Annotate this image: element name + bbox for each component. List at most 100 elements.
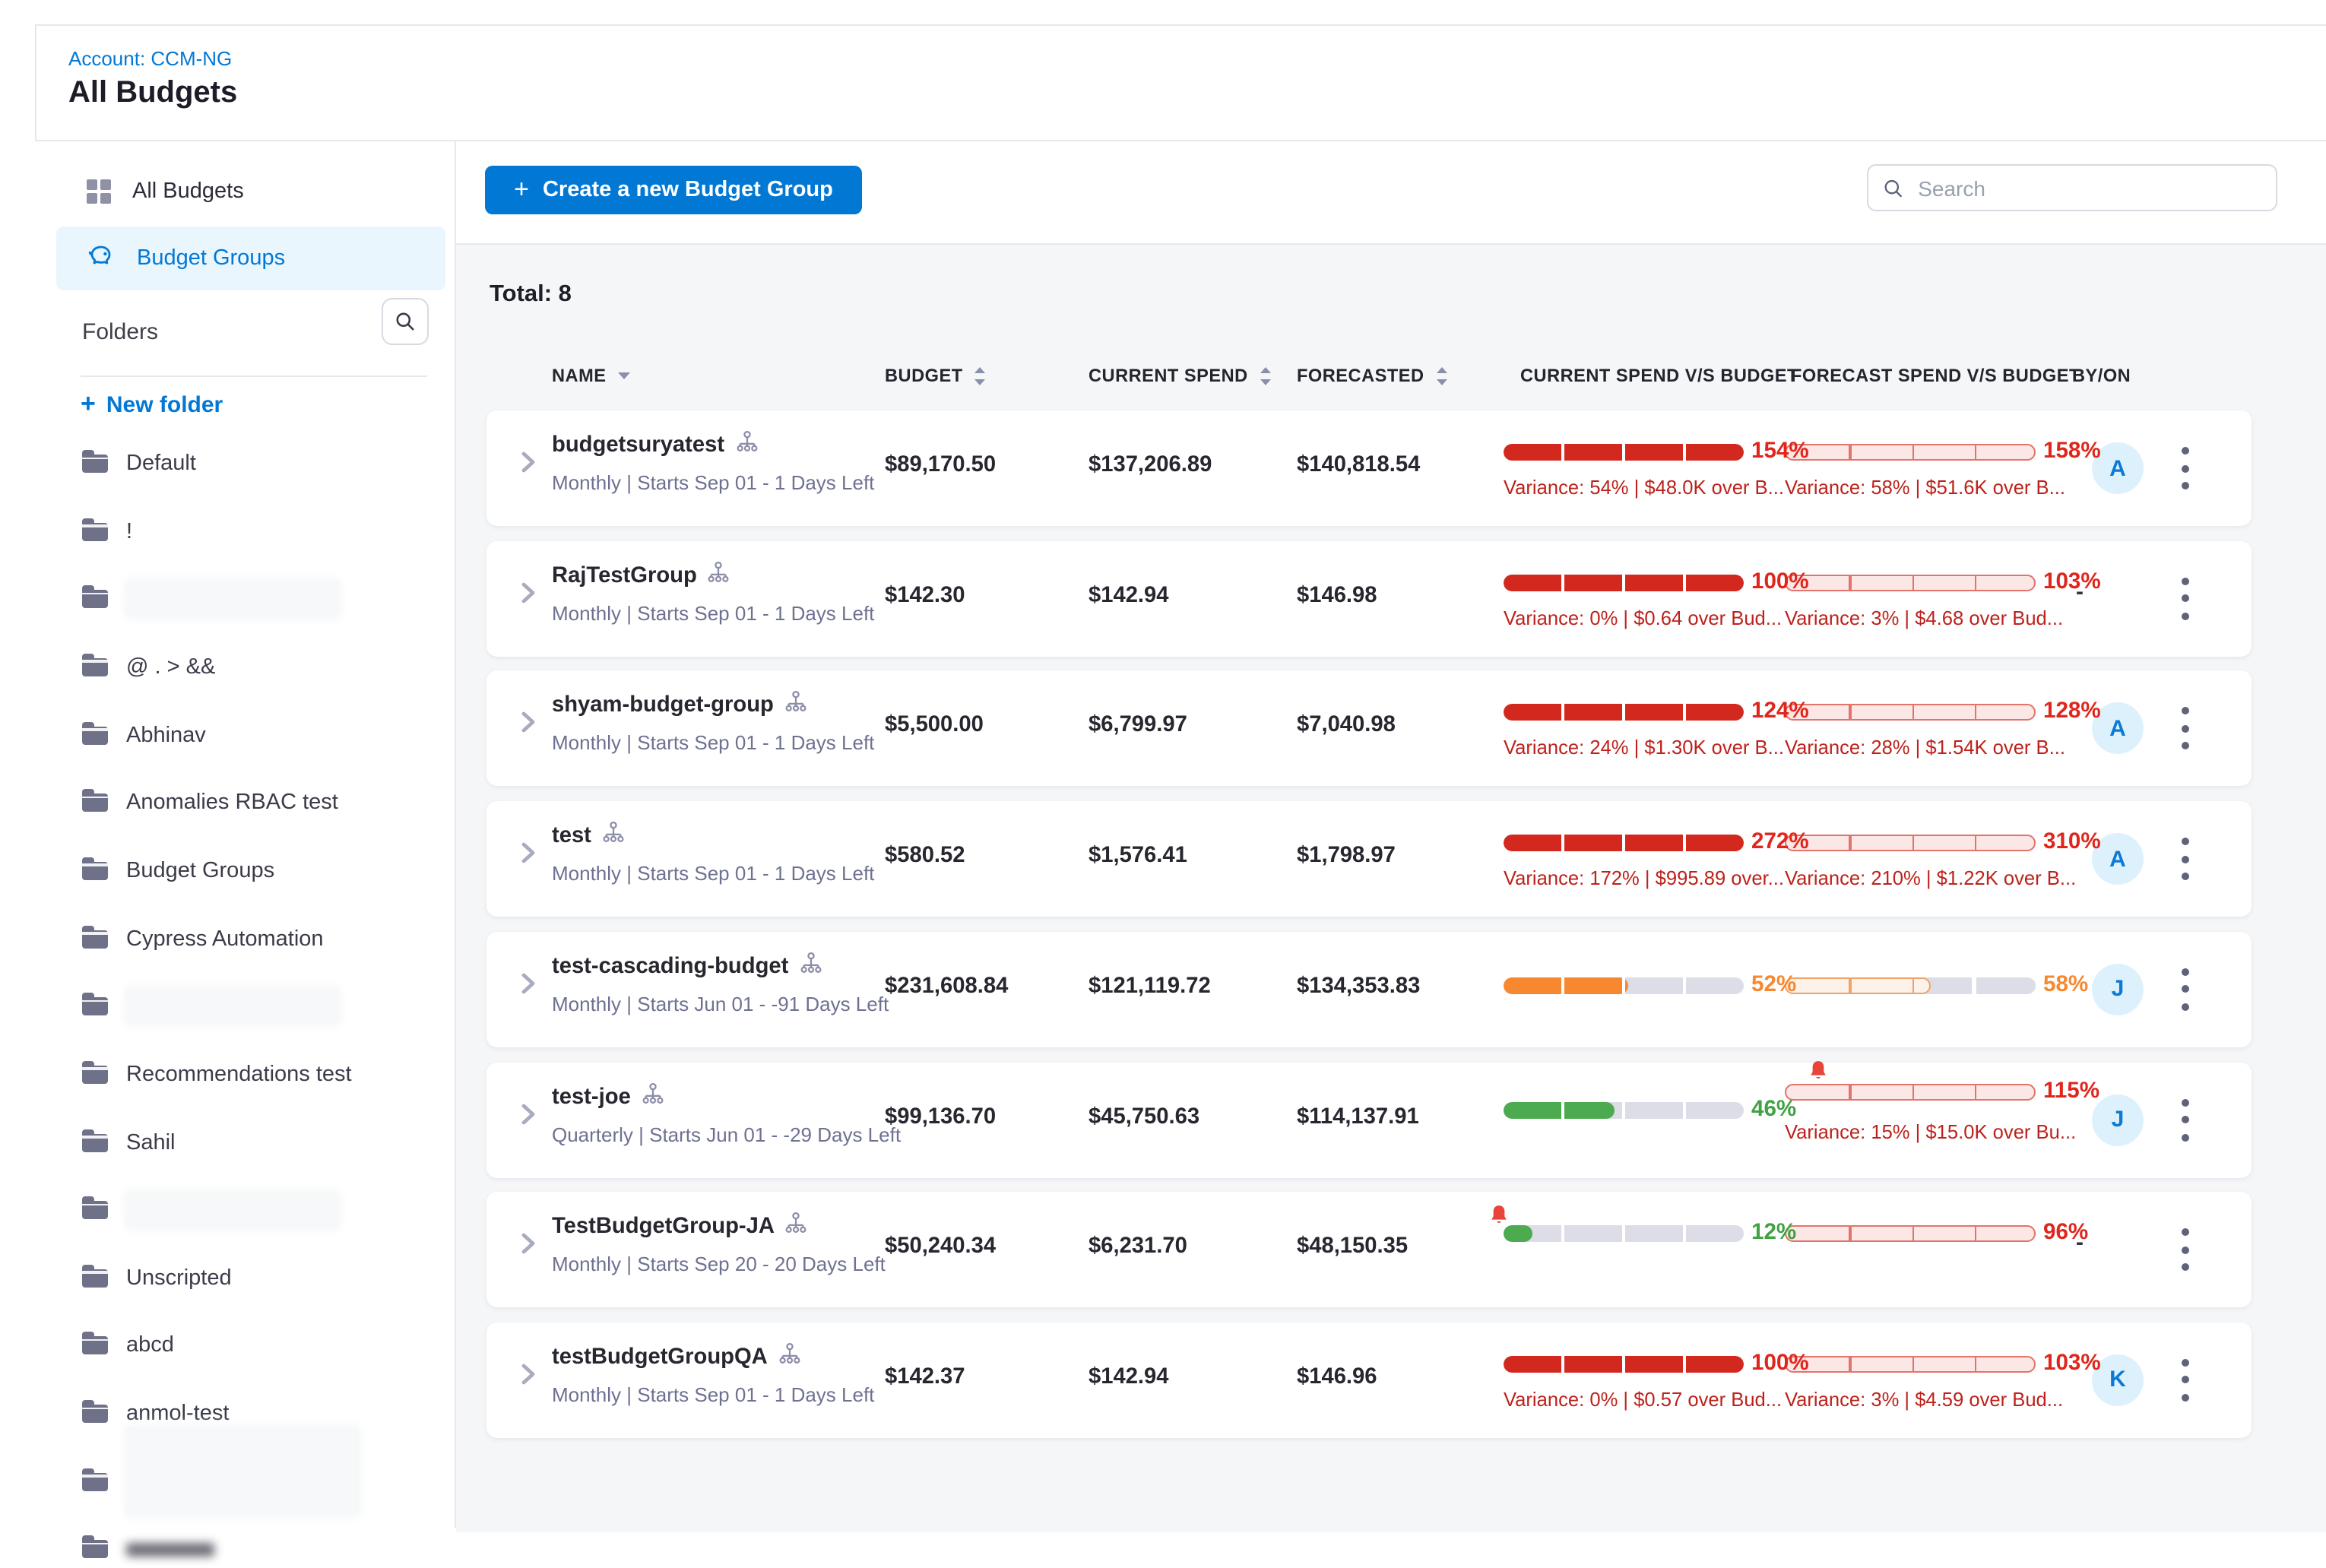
folder-item[interactable]: abcd xyxy=(82,1328,174,1364)
folder-icon xyxy=(82,930,108,948)
bar-percent-label: 12% xyxy=(1751,1221,1796,1245)
budget-value: $5,500.00 xyxy=(885,714,1075,738)
bar-fill xyxy=(1504,705,1744,721)
row-menu-button[interactable] xyxy=(2174,577,2195,619)
expand-chevron-icon[interactable] xyxy=(520,1231,541,1262)
folder-item[interactable]: Cypress Automation xyxy=(82,920,324,957)
bar-divider xyxy=(1975,706,1977,720)
expand-chevron-icon[interactable] xyxy=(520,841,541,871)
budget-value: $142.30 xyxy=(885,583,1075,607)
folder-name: Budget Groups xyxy=(126,859,274,883)
row-menu-button[interactable] xyxy=(2174,1359,2195,1402)
variance-label: Variance: 172% | $995.89 over... xyxy=(1504,866,1784,889)
bar-segment xyxy=(1504,835,1561,851)
folder-name: @ . > && xyxy=(126,655,215,679)
table-row[interactable]: test-cascading-budget Monthly | Starts J… xyxy=(486,932,2252,1047)
create-budget-group-button[interactable]: + Create a new Budget Group xyxy=(485,166,862,214)
forecast-vs-budget-bar xyxy=(1785,705,2036,721)
sort-icon xyxy=(1259,366,1272,385)
folder-item[interactable]: ! xyxy=(82,513,132,550)
column-header-forecasted[interactable]: FORECASTED xyxy=(1297,365,1449,386)
table-row[interactable]: RajTestGroup Monthly | Starts Sep 01 - 1… xyxy=(486,540,2252,656)
folder-name: abcd xyxy=(126,1334,174,1358)
folder-name: Sahil xyxy=(126,1130,176,1155)
bar-fill xyxy=(1504,977,1628,994)
forecasted-value: $140,818.54 xyxy=(1297,453,1487,477)
bar-segment xyxy=(1564,1225,1621,1242)
folder-item-redacted[interactable] xyxy=(82,1192,339,1228)
bar-segments xyxy=(1504,1101,1614,1118)
folder-item[interactable]: Recommendations test xyxy=(82,1056,352,1093)
column-header-name[interactable]: NAME xyxy=(552,365,630,386)
folder-item[interactable]: Sahil xyxy=(82,1124,176,1161)
redacted-folder-name xyxy=(126,988,339,1025)
folder-icon xyxy=(82,1066,108,1084)
sidebar: All Budgets Budget Groups Folders + New … xyxy=(35,141,455,1528)
current-spend-value: $45,750.63 xyxy=(1089,1104,1279,1129)
search-input[interactable] xyxy=(1915,174,2261,201)
folder-item-redacted[interactable] xyxy=(82,1464,359,1500)
expand-chevron-icon[interactable] xyxy=(520,711,541,741)
current-vs-budget-bar xyxy=(1504,444,1744,461)
avatar[interactable]: J xyxy=(2092,1094,2144,1145)
table-row[interactable]: testBudgetGroupQA Monthly | Starts Sep 0… xyxy=(486,1323,2252,1438)
table-row[interactable]: test-joe Quarterly | Starts Jun 01 - -29… xyxy=(486,1062,2252,1177)
bar-segment xyxy=(1564,444,1621,461)
piggy-bank-icon xyxy=(87,242,116,274)
folder-item-redacted[interactable] xyxy=(82,581,339,618)
folder-icon xyxy=(82,1473,108,1491)
table-row[interactable]: shyam-budget-group Monthly | Starts Sep … xyxy=(486,671,2252,787)
bar-divider xyxy=(1912,575,1914,589)
sidebar-item-budget-groups[interactable]: Budget Groups xyxy=(56,226,445,290)
current-spend-value: $121,119.72 xyxy=(1089,974,1279,999)
row-menu-button[interactable] xyxy=(2174,1228,2195,1271)
bar-segment xyxy=(1564,835,1621,851)
table-row[interactable]: TestBudgetGroup-JA Monthly | Starts Sep … xyxy=(486,1192,2252,1307)
row-menu-button[interactable] xyxy=(2174,968,2195,1011)
expand-chevron-icon[interactable] xyxy=(520,1101,541,1132)
table-row[interactable]: test Monthly | Starts Sep 01 - 1 Days Le… xyxy=(486,801,2252,917)
bar-divider xyxy=(1849,445,1852,459)
folder-item-redacted[interactable] xyxy=(82,1532,214,1568)
budget-value: $142.37 xyxy=(885,1365,1075,1389)
bar-segment xyxy=(1564,705,1621,721)
bar-percent-label: 128% xyxy=(2043,700,2101,724)
bar-segment xyxy=(1564,1101,1614,1118)
folder-item[interactable]: Default xyxy=(82,445,196,482)
expand-chevron-icon[interactable] xyxy=(520,580,541,610)
row-menu-button[interactable] xyxy=(2174,708,2195,750)
bar-segments xyxy=(1504,705,1744,721)
row-menu-button[interactable] xyxy=(2174,838,2195,880)
forecasted-value: $134,353.83 xyxy=(1297,974,1487,999)
folder-name: Unscripted xyxy=(126,1266,232,1291)
table-row[interactable]: budgetsuryatest Monthly | Starts Sep 01 … xyxy=(486,410,2252,526)
folder-item[interactable]: Budget Groups xyxy=(82,853,274,889)
new-folder-button[interactable]: + New folder xyxy=(81,389,223,420)
expand-chevron-icon[interactable] xyxy=(520,1362,541,1392)
expand-chevron-icon[interactable] xyxy=(520,450,541,480)
folder-item[interactable]: Anomalies RBAC test xyxy=(82,785,338,822)
sidebar-item-all-budgets[interactable]: All Budgets xyxy=(56,160,445,223)
budget-group-schedule: Monthly | Starts Sep 20 - 20 Days Left xyxy=(552,1253,886,1275)
folder-item[interactable]: @ . > && xyxy=(82,649,215,686)
folder-search-button[interactable] xyxy=(382,298,429,345)
expand-chevron-icon[interactable] xyxy=(520,971,541,1002)
bar-outline-fill xyxy=(1785,835,2036,851)
account-breadcrumb[interactable]: Account: CCM-NG xyxy=(68,47,232,70)
column-header-current-spend[interactable]: CURRENT SPEND xyxy=(1089,365,1272,386)
column-header-budget[interactable]: BUDGET xyxy=(885,365,987,386)
row-menu-button[interactable] xyxy=(2174,1098,2195,1141)
bar-segment xyxy=(1504,1101,1561,1118)
folder-name: Anomalies RBAC test xyxy=(126,791,338,816)
avatar[interactable]: J xyxy=(2092,964,2144,1015)
bar-outline-fill xyxy=(1785,574,2036,591)
row-menu-button[interactable] xyxy=(2174,447,2195,489)
folder-item[interactable]: Abhinav xyxy=(82,717,206,753)
bar-outline-fill xyxy=(1785,1356,2036,1373)
folder-icon xyxy=(82,794,108,813)
folder-item-redacted[interactable] xyxy=(82,988,339,1025)
redacted-folder-name xyxy=(126,581,339,618)
folder-item[interactable]: Unscripted xyxy=(82,1260,232,1297)
bar-percent-label: 154% xyxy=(1751,439,1809,464)
budget-group-name: test xyxy=(552,824,591,848)
